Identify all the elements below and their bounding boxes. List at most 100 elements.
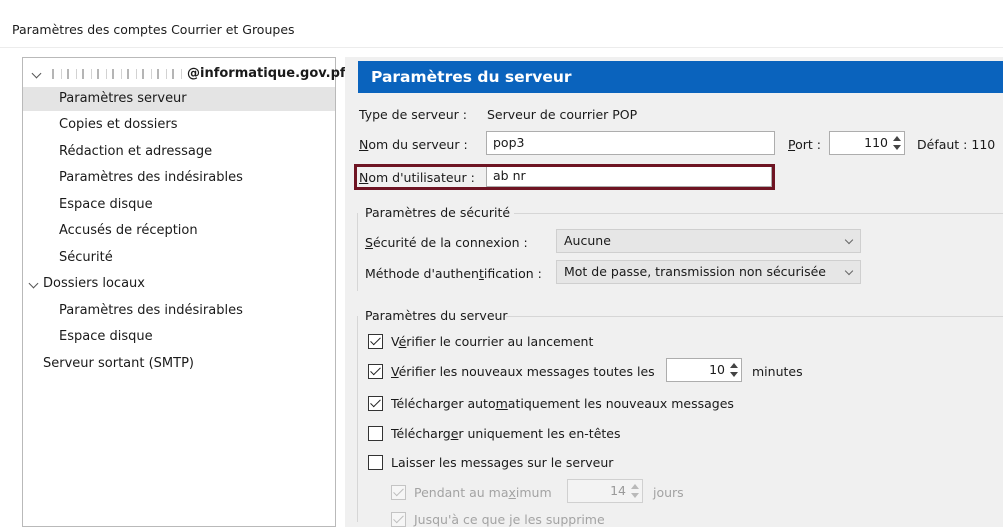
auto-download-checkbox[interactable]	[368, 396, 383, 411]
auth-label-pre: Méthode d'authen	[365, 266, 479, 281]
check-on-startup-label[interactable]: Vérifier le courrier au lancement	[391, 334, 593, 349]
until-deleted-label[interactable]: Jusqu'à ce que je les supprime	[414, 512, 605, 527]
leave-on-server-checkbox[interactable]	[368, 455, 383, 470]
auth-label-post: ification :	[483, 266, 542, 281]
leave-on-server-label[interactable]: Laisser les messages sur le serveur	[391, 455, 613, 470]
headers-only-checkbox[interactable]	[368, 426, 383, 441]
label-part: érifier les nouveaux messages toutes les	[398, 364, 655, 379]
check-every-checkbox[interactable]	[368, 364, 383, 379]
server-type-label: Type de serveur :	[359, 107, 467, 122]
local-folders-node[interactable]: Dossiers locaux	[23, 272, 335, 296]
connection-security-label: Sécurité de la connexion :	[365, 235, 528, 250]
sidebar-item-disk-space[interactable]: Espace disque	[23, 193, 335, 217]
label-part: Télécharg	[391, 426, 451, 441]
mnemonic: S	[365, 235, 373, 250]
server-name-label: Nom du serveur :	[359, 137, 468, 152]
auth-method-select[interactable]: Mot de passe, transmission non sécurisée	[556, 260, 861, 284]
group-border	[506, 316, 1003, 317]
connection-security-value: Aucune	[564, 233, 611, 248]
sidebar-item-local-disk[interactable]: Espace disque	[23, 325, 335, 349]
spin-up-icon[interactable]	[631, 484, 639, 489]
spin-up-icon[interactable]	[893, 136, 901, 141]
spin-down-icon[interactable]	[893, 145, 901, 150]
spinner-arrows-icon[interactable]	[728, 361, 739, 379]
mnemonic: m	[495, 396, 508, 411]
sidebar-item-copies[interactable]: Copies et dossiers	[23, 113, 335, 137]
server-name-label-text: om du serveur :	[368, 137, 468, 152]
chevron-down-icon	[844, 266, 854, 276]
server-group-title: Paramètres du serveur	[365, 308, 508, 323]
label-part: rifier le courrier au lancement	[406, 334, 594, 349]
chevron-down-icon[interactable]	[31, 68, 42, 79]
spinner-arrows-icon[interactable]	[891, 134, 902, 152]
security-group-title: Paramètres de sécurité	[365, 205, 511, 220]
max-days-label[interactable]: Pendant au maximum	[414, 485, 552, 500]
auth-method-value: Mot de passe, transmission non sécurisée	[564, 264, 826, 279]
redacted-email-user	[47, 68, 185, 79]
sidebar-item-label: Paramètres serveur	[59, 91, 187, 106]
port-value: 110	[864, 135, 888, 150]
default-port-value: 110	[971, 137, 996, 152]
default-port-label: Défaut : 110	[917, 137, 995, 152]
server-name-input[interactable]: pop3	[486, 131, 775, 155]
connection-security-label-text: écurité de la connexion :	[372, 235, 528, 250]
sidebar-item-security[interactable]: Sécurité	[23, 246, 335, 270]
spinner-arrows-icon[interactable]	[629, 482, 640, 500]
max-days-checkbox[interactable]	[391, 485, 406, 500]
default-label-text: Défaut :	[917, 137, 968, 152]
mnemonic: N	[359, 137, 369, 152]
sidebar-item-label: Sécurité	[59, 250, 113, 265]
minutes-unit: minutes	[752, 364, 803, 379]
highlight-frame	[354, 164, 775, 190]
sidebar-item-label: Copies et dossiers	[59, 117, 178, 132]
port-spinner[interactable]: 110	[829, 131, 905, 155]
sidebar-item-label: Accusés de réception	[59, 223, 198, 238]
headers-only-label[interactable]: Télécharger uniquement les en-têtes	[391, 426, 621, 441]
sidebar-item-smtp[interactable]: Serveur sortant (SMTP)	[23, 352, 335, 376]
sidebar-item-server-settings[interactable]: Paramètres serveur	[23, 87, 335, 111]
check-on-startup-checkbox[interactable]	[368, 334, 383, 349]
auto-download-label[interactable]: Télécharger automatiquement les nouveaux…	[391, 396, 734, 411]
label-part: imum	[515, 485, 552, 500]
title-bar: Paramètres des comptes Courrier et Group…	[0, 0, 1003, 48]
until-deleted-checkbox[interactable]	[391, 512, 406, 527]
port-label: Port :	[788, 137, 821, 152]
days-unit: jours	[653, 485, 684, 500]
minutes-spinner[interactable]: 10	[666, 358, 742, 382]
sidebar-item-label: Dossiers locaux	[43, 276, 145, 291]
sidebar-item-junk[interactable]: Paramètres des indésirables	[23, 166, 335, 190]
account-tree[interactable]: @informatique.gov.pf Paramètres serveur …	[22, 57, 346, 527]
chevron-down-icon	[844, 235, 854, 245]
spin-up-icon[interactable]	[730, 363, 738, 368]
auth-method-label: Méthode d'authentification :	[365, 266, 542, 281]
days-spinner[interactable]: 14	[567, 479, 643, 503]
sidebar-item-label: Rédaction et adressage	[59, 144, 213, 159]
minutes-value: 10	[709, 362, 725, 377]
panel-title: Paramètres du serveur	[358, 61, 1003, 93]
account-email: @informatique.gov.pf	[47, 62, 346, 86]
account-node[interactable]: @informatique.gov.pf	[23, 62, 346, 86]
sidebar-item-label: Paramètres des indésirables	[59, 170, 243, 185]
sidebar-item-receipts[interactable]: Accusés de réception	[23, 219, 335, 243]
sidebar-item-local-junk[interactable]: Paramètres des indésirables	[23, 299, 335, 323]
connection-security-select[interactable]: Aucune	[556, 229, 861, 253]
server-type-value: Serveur de courrier POP	[487, 107, 638, 122]
sidebar-item-label: Espace disque	[59, 197, 153, 212]
label-part: r uniquement les en-têtes	[458, 426, 621, 441]
sidebar-item-label: Espace disque	[59, 329, 153, 344]
chevron-down-icon[interactable]	[28, 278, 39, 289]
label-part: Pendant au ma	[414, 485, 509, 500]
group-border	[357, 213, 358, 291]
group-border	[514, 213, 1003, 214]
label-part: atiquement les nouveaux messages	[507, 396, 734, 411]
spin-down-icon[interactable]	[730, 372, 738, 377]
label-part: Télécharger auto	[391, 396, 496, 411]
check-every-label[interactable]: Vérifier les nouveaux messages toutes le…	[391, 364, 655, 379]
spin-down-icon[interactable]	[631, 493, 639, 498]
account-email-domain: @informatique.gov.pf	[187, 66, 346, 81]
group-border	[357, 316, 358, 522]
sidebar-item-composition[interactable]: Rédaction et adressage	[23, 140, 335, 164]
sidebar-item-label: Serveur sortant (SMTP)	[43, 356, 194, 371]
window-title: Paramètres des comptes Courrier et Group…	[12, 22, 295, 37]
label-part: V	[391, 334, 399, 349]
